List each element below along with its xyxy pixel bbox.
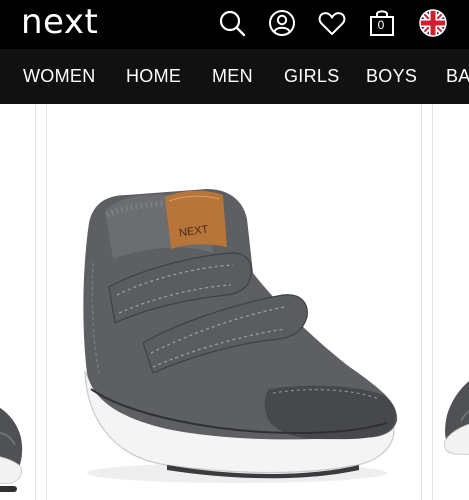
uk-flag-icon[interactable] — [418, 8, 448, 38]
category-nav: WOMEN HOME MEN GIRLS BOYS BA — [0, 49, 469, 104]
next-product-image[interactable] — [432, 104, 469, 500]
account-icon[interactable] — [267, 8, 297, 38]
nav-baby[interactable]: BA — [446, 49, 469, 104]
previous-product-image[interactable] — [0, 104, 36, 500]
nav-men[interactable]: MEN — [212, 49, 253, 104]
next-logo[interactable]: next — [21, 2, 98, 42]
nav-girls[interactable]: GIRLS — [284, 49, 340, 104]
search-icon[interactable] — [217, 8, 247, 38]
favourites-icon[interactable] — [317, 8, 347, 38]
product-image: NEXT — [83, 189, 398, 483]
product-image-carousel[interactable]: NEXT — [0, 104, 469, 500]
bag-count: 0 — [377, 18, 385, 32]
boot-partial-left — [0, 407, 23, 492]
nav-women[interactable]: WOMEN — [23, 49, 96, 104]
boot-partial-right — [444, 381, 469, 456]
nav-home[interactable]: HOME — [126, 49, 181, 104]
site-header: next 0 — [0, 0, 469, 49]
bag-icon[interactable]: 0 — [368, 8, 398, 38]
nav-boys[interactable]: BOYS — [366, 49, 417, 104]
product-image-card[interactable]: NEXT — [46, 104, 422, 500]
